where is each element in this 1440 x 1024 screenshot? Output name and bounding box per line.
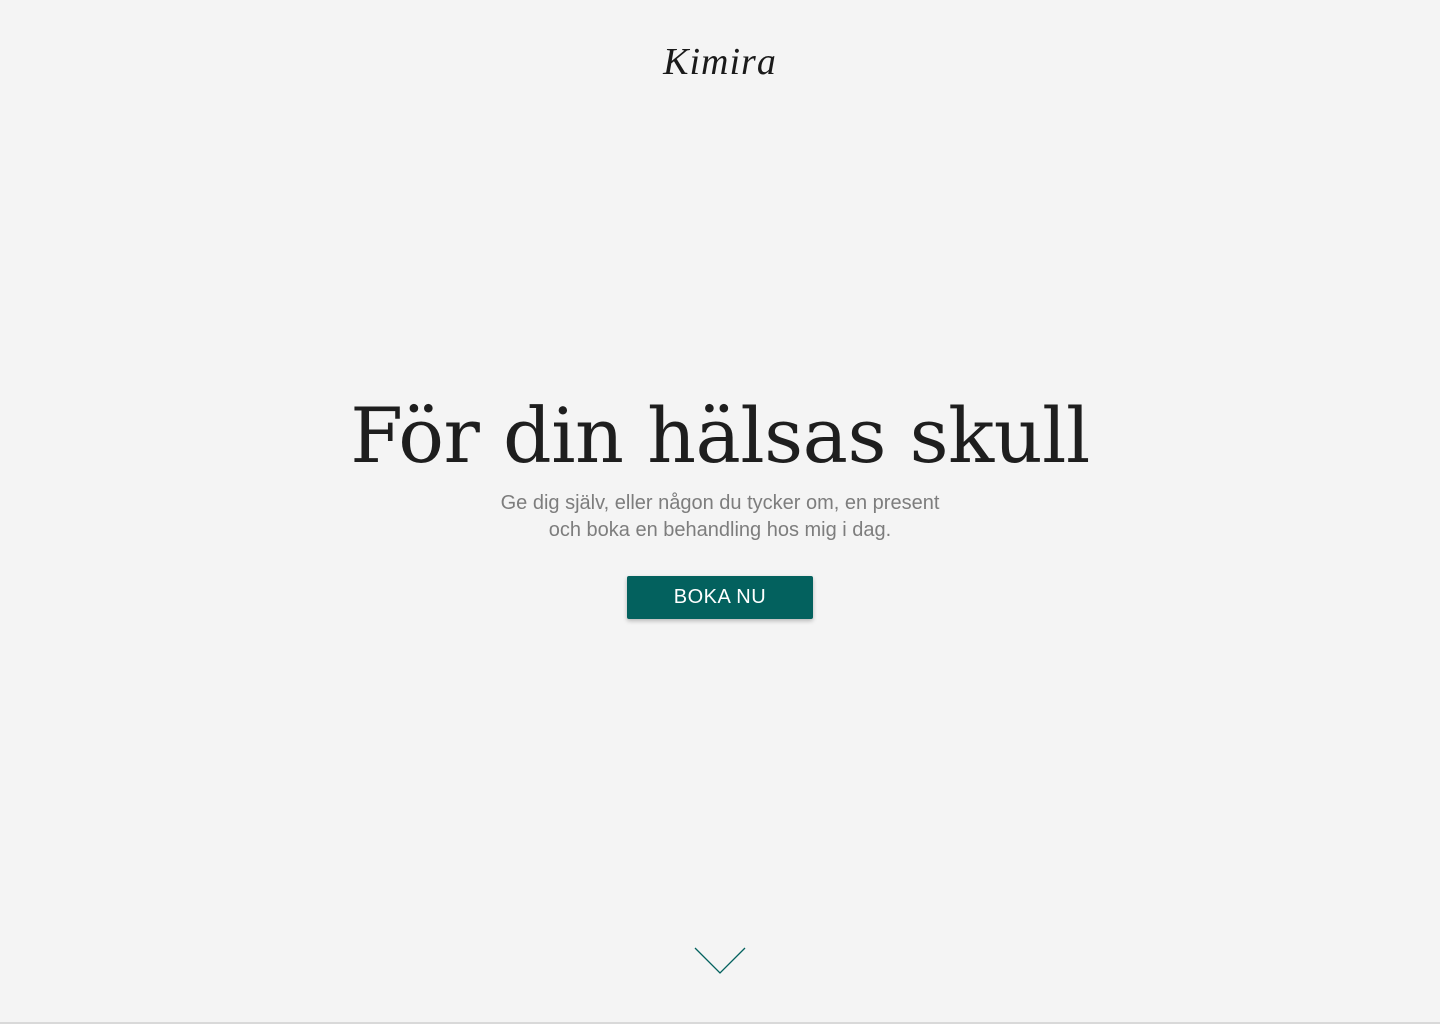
hero-subline-line-2: och boka en behandling hos mig i dag. xyxy=(548,519,892,541)
brand-logo[interactable]: Kimira xyxy=(0,40,1440,84)
chevron-down-icon xyxy=(694,947,746,974)
hero-subline: Ge dig själv, eller någon du tycker om, … xyxy=(460,490,980,544)
hero-section: För din hälsas skull Ge dig själv, eller… xyxy=(0,388,1440,619)
hero-subline-line-1: Ge dig själv, eller någon du tycker om, … xyxy=(500,492,940,514)
hero-headline: För din hälsas skull xyxy=(350,391,1090,480)
book-now-button[interactable]: BOKA NU xyxy=(627,576,813,619)
scroll-down-button[interactable] xyxy=(694,946,746,976)
